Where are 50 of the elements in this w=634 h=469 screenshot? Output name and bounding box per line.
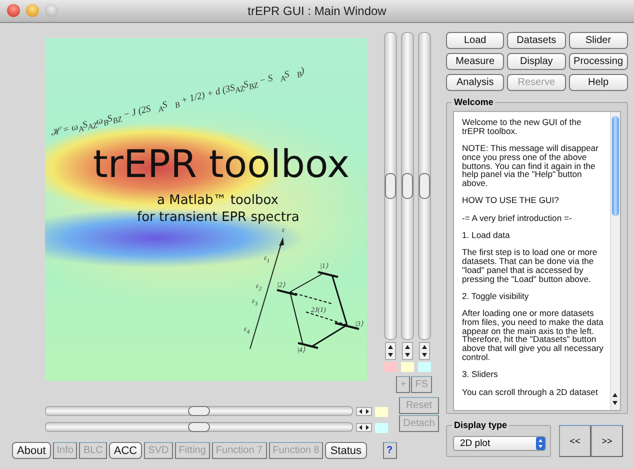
panel-button[interactable]: Slider [568, 32, 628, 49]
vertical-slider[interactable] [384, 32, 397, 340]
step-arrows-icon[interactable] [402, 342, 413, 360]
panel-title: Display type [452, 420, 510, 431]
help-paragraph: -= A very brief introduction =- [462, 214, 573, 222]
help-paragraph: HOW TO USE THE GUI? [462, 196, 560, 205]
help-paragraph: After loading one or more datasets from files, you need to make the data appear on the main axis to the left. Therefore, hit the "Datasets" button above that will give you all necessary control. [462, 309, 604, 362]
step-arrows-icon[interactable] [356, 422, 372, 432]
help-paragraph: You can scroll through a 2D dataset [462, 388, 599, 396]
panel-button[interactable]: Display [507, 53, 566, 70]
splash-title: trEPR toolbox [93, 142, 350, 186]
function-button[interactable]: Status [325, 442, 367, 459]
scrollbar[interactable] [610, 112, 620, 410]
help-paragraph: The first step is to load one or more datasets. That can be done via the "load" panel that is accessed by pressing the "Load" button above. [462, 248, 598, 284]
panel-button[interactable]: Datasets [507, 32, 566, 49]
vertical-slider[interactable] [401, 32, 414, 340]
panel-title: Welcome [452, 97, 496, 108]
slider-thumb[interactable] [188, 422, 210, 432]
function-button[interactable]: ACC [108, 442, 142, 459]
vertical-slider[interactable] [418, 32, 431, 340]
splash-tagline: for transient EPR spectra [137, 210, 300, 225]
close-icon[interactable] [7, 4, 20, 17]
dropdown-stepper-icon [536, 437, 545, 450]
panel-button[interactable]: Processing [568, 53, 628, 70]
horizontal-slider[interactable] [45, 422, 353, 432]
panel-button[interactable]: Help [568, 74, 628, 91]
nav-button[interactable]: >> [591, 425, 623, 457]
step-arrows-icon[interactable] [385, 342, 396, 360]
panel-button[interactable]: Load [446, 32, 504, 49]
horizontal-slider[interactable] [45, 406, 353, 416]
help-paragraph: 3. Sliders [462, 370, 499, 379]
nav-button[interactable]: << [559, 425, 591, 457]
help-paragraph: 2. Toggle visibility [462, 292, 530, 301]
splash-subtitle: a Matlab™ toolbox [157, 193, 278, 208]
step-arrows-icon[interactable] [419, 342, 430, 360]
slider-thumb[interactable] [419, 173, 430, 199]
panel-button[interactable]: Measure [446, 53, 504, 70]
window-title: trEPR GUI : Main Window [248, 4, 386, 18]
function-button[interactable]: About [12, 442, 51, 459]
help-paragraph: Welcome to the new GUI of the trEPR toolbox. [462, 118, 582, 136]
slider-thumb[interactable] [385, 173, 396, 199]
help-paragraph: 1. Load data [462, 231, 511, 240]
help-button[interactable]: ? [382, 442, 397, 459]
slider-thumb[interactable] [402, 173, 413, 199]
step-arrows-icon[interactable] [356, 406, 372, 416]
panel-button[interactable]: Analysis [446, 74, 504, 91]
slider-thumb[interactable] [188, 406, 210, 416]
help-paragraph: NOTE: This message will disappear once you press one of the above buttons. You can find it again in the help panel via the "Help" button above. [462, 144, 600, 188]
scroll-thumb[interactable] [612, 116, 619, 216]
display-type-dropdown[interactable]: 2D plot [453, 436, 546, 451]
